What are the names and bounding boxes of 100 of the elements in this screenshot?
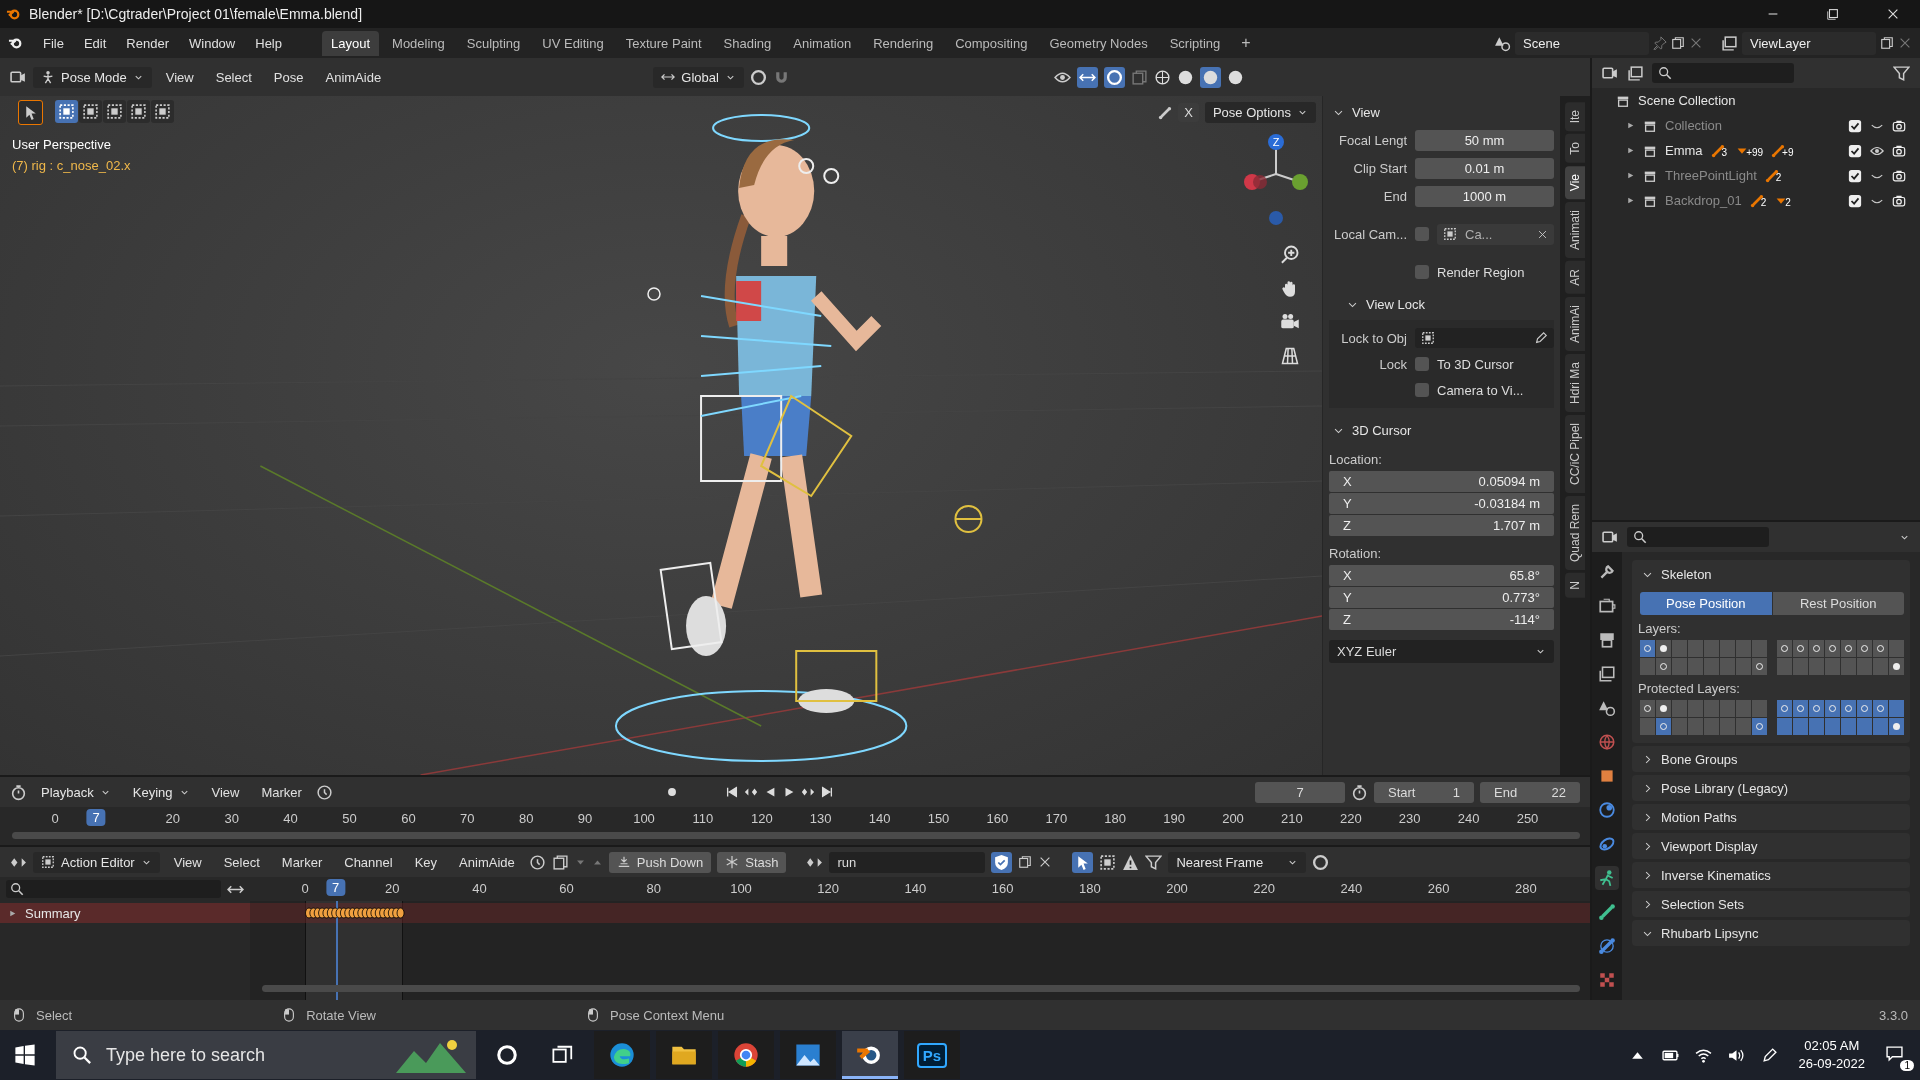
number-field[interactable]: 0.01 m	[1415, 157, 1554, 179]
expand-arrow-icon[interactable]	[1626, 196, 1635, 205]
number-field[interactable]: Y 0.773°	[1329, 587, 1554, 608]
menu-item[interactable]: Channel	[336, 850, 401, 874]
copy-icon[interactable]	[1018, 855, 1033, 869]
view-layer-field[interactable]: ViewLayer	[1742, 31, 1876, 55]
shield-icon[interactable]	[991, 851, 1013, 873]
layer-button[interactable]	[1793, 700, 1808, 717]
menu-item[interactable]: Window	[181, 31, 244, 55]
search-field[interactable]	[1627, 527, 1769, 547]
menu-item[interactable]: Marker	[253, 780, 310, 804]
sidebar-tab[interactable]: N	[1565, 572, 1585, 598]
taskbar-search-field[interactable]: Type here to search	[56, 1031, 476, 1079]
push-down-button[interactable]: Push Down	[608, 851, 712, 873]
checkbox-icon[interactable]	[1848, 168, 1862, 183]
select-mode-icon[interactable]	[127, 100, 150, 123]
pivot-icon[interactable]	[749, 68, 767, 86]
add-workspace-button[interactable]: +	[1233, 32, 1259, 54]
editor-type-icon[interactable]	[1602, 528, 1619, 546]
select-mode-icon[interactable]	[103, 100, 126, 123]
layer-button[interactable]	[1752, 718, 1767, 735]
layer-button[interactable]	[1841, 700, 1856, 717]
proportional-icon[interactable]	[1312, 853, 1330, 871]
filter-icon[interactable]	[1893, 64, 1910, 82]
scrollbar[interactable]	[262, 985, 1580, 992]
checkbox[interactable]	[1415, 227, 1429, 241]
layer-button[interactable]	[1656, 700, 1671, 717]
sidebar-tab[interactable]: AnimAi	[1565, 296, 1585, 351]
taskbar-app[interactable]	[718, 1031, 774, 1079]
menu-item[interactable]: Select	[215, 850, 268, 874]
tree-item[interactable]: ThreePointLight	[1665, 168, 1757, 183]
camera-icon[interactable]	[1892, 143, 1906, 158]
number-field[interactable]: Y -0.03184 m	[1329, 493, 1554, 514]
taskbar-app[interactable]	[842, 1031, 898, 1079]
workspace-tab[interactable]: Rendering	[864, 30, 943, 56]
render-region-checkbox[interactable]: Render Region	[1415, 264, 1525, 280]
end-frame-field[interactable]: End 22	[1480, 781, 1580, 803]
stopwatch-icon[interactable]	[1351, 783, 1368, 801]
workspace-tab[interactable]: Layout	[322, 30, 380, 56]
layer-button[interactable]	[1640, 640, 1655, 657]
select-mode-icon[interactable]	[151, 100, 174, 123]
editor-type-icon[interactable]	[10, 68, 27, 86]
layer-button[interactable]	[1825, 640, 1840, 657]
layer-button[interactable]	[1809, 700, 1824, 717]
keyframes-drawing[interactable]	[304, 907, 406, 919]
menu-item[interactable]: Help	[247, 31, 290, 55]
menu-item[interactable]: AnimAide	[451, 850, 523, 874]
menu-item[interactable]: Marker	[273, 850, 331, 874]
menu-item[interactable]: View	[157, 65, 202, 89]
layer-button[interactable]	[1752, 658, 1767, 675]
editor-type-icon[interactable]	[1602, 64, 1619, 82]
sidebar-tab[interactable]: To	[1565, 134, 1585, 164]
workspace-tab[interactable]: Shading	[714, 30, 781, 56]
maximize-icon[interactable]	[1826, 7, 1840, 21]
tree-item[interactable]: Emma	[1665, 143, 1703, 158]
tree-item[interactable]: Collection	[1665, 118, 1723, 133]
sidebar-tab[interactable]: Quad Rem	[1565, 495, 1585, 570]
sidebar-tab[interactable]: Vie	[1565, 166, 1585, 200]
layer-button[interactable]	[1889, 658, 1904, 675]
layer-button[interactable]	[1777, 640, 1792, 657]
layer-button[interactable]	[1873, 640, 1888, 657]
layer-button[interactable]	[1656, 718, 1671, 735]
filter-icon[interactable]	[1145, 853, 1163, 871]
image-stack-icon[interactable]	[1721, 34, 1738, 52]
menu-item[interactable]: Edit	[75, 31, 115, 55]
layer-button[interactable]	[1857, 640, 1872, 657]
menu-item[interactable]: File	[35, 31, 72, 55]
select-mode-icon[interactable]	[79, 100, 102, 123]
clock-icon[interactable]	[315, 783, 333, 801]
layer-button[interactable]	[1841, 640, 1856, 657]
workspace-tab[interactable]: Geometry Nodes	[1040, 30, 1157, 56]
clock-time[interactable]: 02:05 AM	[1804, 1036, 1860, 1055]
gizmo-toggle-icon[interactable]	[1077, 66, 1098, 88]
checkbox[interactable]: To 3D Cursor	[1415, 356, 1514, 372]
sidebar-tab[interactable]: Hdri Ma	[1565, 353, 1585, 412]
stash-button[interactable]: Stash	[717, 851, 787, 873]
cursor-icon[interactable]	[1072, 851, 1094, 873]
menu-item[interactable]: View	[203, 780, 248, 804]
menu-item[interactable]: View	[165, 850, 210, 874]
panel-header[interactable]: Skeleton	[1638, 562, 1904, 586]
shading-sphere-icon[interactable]	[1227, 68, 1244, 86]
number-field[interactable]: Z -114°	[1329, 609, 1554, 630]
cursor-tool-icon[interactable]	[18, 100, 43, 125]
jump-start-icon[interactable]	[724, 785, 739, 799]
axis-gizmo-drawing[interactable]: Z	[1236, 132, 1316, 232]
mode-dropdown[interactable]: Pose Mode	[33, 66, 152, 88]
menu-item[interactable]: Keying	[124, 781, 198, 803]
rotation-mode-dropdown[interactable]: XYZ Euler	[1329, 640, 1554, 663]
snap-dropdown[interactable]: Nearest Frame	[1168, 851, 1307, 873]
layer-button[interactable]	[1809, 640, 1824, 657]
menu-item[interactable]: Key	[406, 850, 446, 874]
taskbar-app[interactable]	[594, 1031, 650, 1079]
overlay-toggle-icon[interactable]	[1104, 66, 1125, 88]
xray-icon[interactable]	[1131, 68, 1148, 86]
warning-icon[interactable]	[1122, 853, 1140, 871]
playhead-marker[interactable]: 7	[325, 879, 346, 896]
number-field[interactable]: Z 1.707 m	[1329, 515, 1554, 536]
layer-button[interactable]	[1656, 658, 1671, 675]
orientation-dropdown[interactable]: Global	[653, 66, 744, 88]
clock-icon[interactable]	[528, 853, 546, 871]
